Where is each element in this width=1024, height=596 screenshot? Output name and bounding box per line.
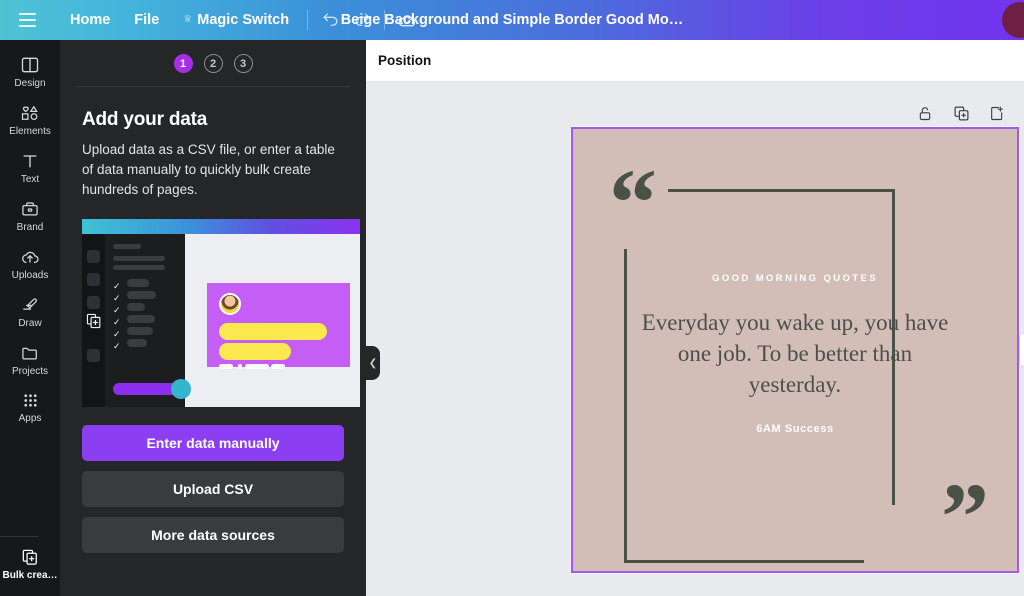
- sidebar-item-uploads[interactable]: Uploads: [0, 240, 60, 288]
- check-icon: ✓: [113, 293, 121, 303]
- panel-description: Upload data as a CSV file, or enter a ta…: [82, 142, 335, 197]
- illustration-slider-track: [113, 383, 179, 395]
- sidebar-item-text[interactable]: Text: [0, 144, 60, 192]
- illustration-pill: [219, 364, 233, 369]
- toolbar-divider: [307, 10, 309, 30]
- upload-csv-button[interactable]: Upload CSV: [82, 471, 344, 507]
- magic-switch-button[interactable]: ♕ Magic Switch: [171, 12, 301, 28]
- frame-line-left: [624, 249, 627, 563]
- illustration-avatar: [219, 293, 241, 315]
- illustration-text-bar: [219, 323, 327, 340]
- magic-switch-label: Magic Switch: [197, 12, 290, 28]
- sidebar-item-elements[interactable]: Elements: [0, 96, 60, 144]
- rail-divider: [0, 536, 38, 537]
- illustration-bar: [127, 279, 149, 287]
- frame-line-top: [668, 189, 895, 192]
- bulk-create-illustration: ✓ ✓ ✓ ✓ ✓ ✓: [82, 219, 360, 407]
- toolbar-divider-2: [384, 10, 386, 30]
- more-data-sources-button[interactable]: More data sources: [82, 517, 344, 553]
- illustration-topbar: [82, 219, 360, 234]
- illustration-bar: [113, 265, 165, 270]
- sidebar-item-label: Uploads: [11, 270, 49, 281]
- close-quote-mark: ”: [941, 463, 989, 570]
- hamburger-icon[interactable]: [10, 0, 44, 40]
- illustration-bulk-icon: [85, 313, 103, 329]
- position-button[interactable]: Position: [378, 53, 431, 68]
- illustration-design-card: [207, 283, 350, 369]
- crown-icon: ♕: [183, 14, 193, 25]
- sidebar-item-label: Brand: [16, 222, 44, 233]
- sidebar-item-label: Draw: [18, 318, 42, 329]
- redo-icon[interactable]: [346, 4, 378, 36]
- chevron-left-icon: ❮: [368, 357, 378, 369]
- illustration-bar: [127, 291, 156, 299]
- check-icon: ✓: [113, 317, 121, 327]
- top-toolbar: Home File ♕ Magic Switch Beige Backgroun…: [0, 0, 1024, 40]
- illustration-pill: [245, 364, 269, 369]
- editor-main: Position “ GOOD MORNING QUOTES Everyday …: [366, 40, 1024, 596]
- panel-collapse-handle[interactable]: ❮: [366, 346, 380, 380]
- sidebar-item-label: Text: [20, 174, 40, 185]
- cloud-saved-icon[interactable]: [391, 4, 423, 36]
- sidebar-item-label: Apps: [18, 413, 42, 424]
- resize-handle-right[interactable]: [1019, 333, 1024, 367]
- check-icon: ✓: [113, 305, 121, 315]
- file-menu-item[interactable]: File: [122, 0, 171, 40]
- position-toolbar: Position: [366, 40, 1024, 82]
- illustration-bar: [127, 303, 145, 311]
- sidebar-item-apps[interactable]: Apps: [0, 384, 60, 431]
- step-2[interactable]: 2: [203, 54, 223, 73]
- illustration-bar: [127, 339, 147, 347]
- duplicate-page-icon[interactable]: [952, 104, 970, 122]
- check-icon: ✓: [113, 281, 121, 291]
- page-tools: [916, 104, 1006, 122]
- bulk-create-panel: 1 2 3 Add your data Upload data as a CSV…: [60, 40, 366, 596]
- step-indicator: 1 2 3: [82, 40, 344, 86]
- sidebar-item-label: Projects: [11, 366, 49, 377]
- design-page[interactable]: “ GOOD MORNING QUOTES Everyday you wake …: [570, 126, 1024, 574]
- sidebar-item-design[interactable]: Design: [0, 48, 60, 96]
- sidebar-item-label: Elements: [9, 126, 51, 137]
- sidebar-item-projects[interactable]: Projects: [0, 336, 60, 384]
- illustration-pill: [238, 364, 242, 369]
- illustration-rail-box: [87, 273, 100, 286]
- panel-divider: [76, 86, 350, 87]
- avatar[interactable]: [1002, 2, 1024, 38]
- illustration-rail-box: [87, 250, 100, 263]
- design-author-text[interactable]: 6AM Success: [573, 423, 1017, 435]
- undo-icon[interactable]: [314, 4, 346, 36]
- design-eyebrow-text[interactable]: GOOD MORNING QUOTES: [573, 273, 1017, 284]
- sidebar-item-brand[interactable]: Brand: [0, 192, 60, 240]
- sidebar-item-label: Design: [14, 78, 46, 89]
- sidebar-item-bulk-create[interactable]: Bulk crea…: [0, 540, 60, 588]
- illustration-rail-box: [87, 349, 100, 362]
- page-wrapper: “ GOOD MORNING QUOTES Everyday you wake …: [570, 126, 1024, 574]
- check-icon: ✓: [113, 329, 121, 339]
- illustration-canvas: [185, 234, 360, 407]
- illustration-bar: [113, 256, 165, 261]
- illustration-bar: [113, 244, 141, 249]
- design-quote-text[interactable]: Everyday you wake up, you have one job. …: [631, 307, 959, 400]
- panel-heading: Add your data: [82, 109, 208, 130]
- enter-data-manually-button[interactable]: Enter data manually: [82, 425, 344, 461]
- sidebar-item-label: Bulk crea…: [2, 570, 58, 581]
- canva-editor-window: Home File ♕ Magic Switch Beige Backgroun…: [0, 0, 1024, 596]
- open-quote-mark: “: [609, 149, 657, 256]
- check-icon: ✓: [113, 341, 121, 351]
- unlock-icon[interactable]: [916, 104, 934, 122]
- rail-bottom-section: Bulk crea…: [0, 529, 60, 596]
- home-menu-item[interactable]: Home: [58, 0, 122, 40]
- add-page-icon[interactable]: [988, 104, 1006, 122]
- step-1[interactable]: 1: [173, 54, 193, 73]
- frame-line-bottom: [624, 560, 864, 563]
- illustration-rail-box: [87, 296, 100, 309]
- left-rail: Design Elements Text Brand Uploads Draw: [0, 40, 60, 596]
- illustration-text-bar: [219, 343, 291, 360]
- illustration-bar: [127, 327, 153, 335]
- illustration-slider-knob: [171, 379, 191, 399]
- illustration-pill: [271, 364, 285, 369]
- illustration-bar: [127, 315, 155, 323]
- sidebar-item-draw[interactable]: Draw: [0, 288, 60, 336]
- step-3[interactable]: 3: [233, 54, 253, 73]
